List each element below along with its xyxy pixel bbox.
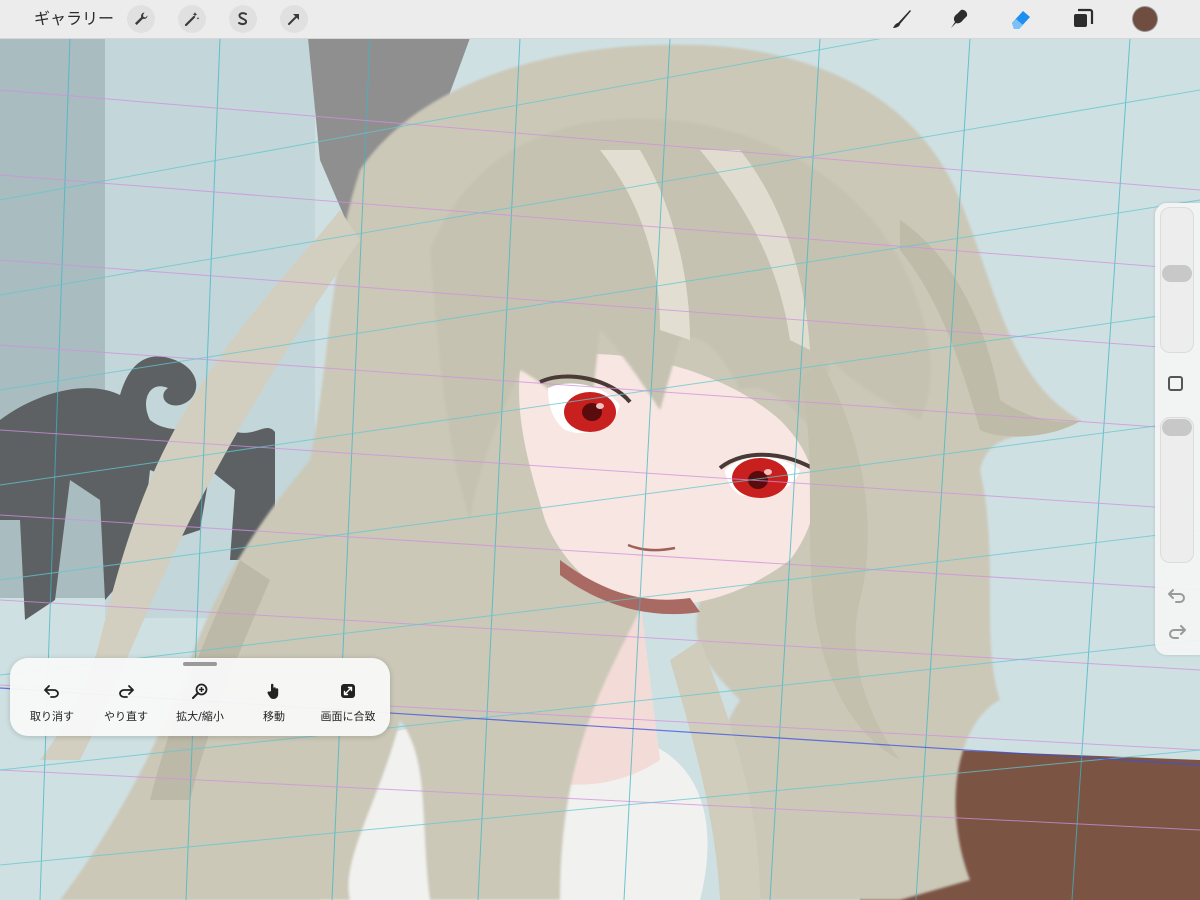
zoom-label: 拡大/縮小 xyxy=(176,710,224,723)
opacity-handle[interactable] xyxy=(1162,419,1192,436)
brush-size-handle[interactable] xyxy=(1162,265,1192,283)
gallery-button[interactable]: ギャラリー xyxy=(34,8,114,30)
adjustments-button[interactable] xyxy=(178,5,206,33)
top-toolbar: ギャラリー xyxy=(0,0,1200,39)
smudge-button[interactable] xyxy=(946,6,972,32)
brush-size-slider[interactable] xyxy=(1160,207,1194,353)
undo-label: 取り消す xyxy=(30,710,74,723)
opacity-slider[interactable] xyxy=(1160,417,1194,563)
layers-icon xyxy=(1074,8,1094,27)
fit-screen-icon xyxy=(341,684,355,698)
zoom-icon xyxy=(192,683,208,699)
redo-button[interactable]: やり直す xyxy=(89,682,163,724)
hand-icon xyxy=(267,683,279,699)
transform-button[interactable] xyxy=(280,5,308,33)
drawing-canvas[interactable] xyxy=(0,38,1200,900)
actions-button[interactable] xyxy=(127,5,155,33)
smudge-icon xyxy=(951,9,968,28)
eraser-button[interactable] xyxy=(1008,6,1034,32)
redo-label: やり直す xyxy=(104,710,148,723)
quick-menu-bar: 取り消す やり直す 拡大/縮小 移動 画面に合致 xyxy=(10,658,390,736)
adjustments-icon xyxy=(184,12,200,27)
selection-icon xyxy=(238,12,248,26)
sidebar-redo-button[interactable] xyxy=(1166,620,1188,642)
undo-icon xyxy=(44,685,59,698)
undo-arrow-icon xyxy=(1168,589,1185,603)
brush-icon xyxy=(893,10,911,28)
selection-button[interactable] xyxy=(229,5,257,33)
brush-button[interactable] xyxy=(889,6,915,32)
quick-menu-grab-handle[interactable] xyxy=(183,662,217,666)
artwork xyxy=(0,38,1200,900)
fit-screen-label: 画面に合致 xyxy=(320,710,376,723)
transform-icon xyxy=(288,14,299,25)
sidebar xyxy=(1155,203,1200,655)
layers-button[interactable] xyxy=(1070,6,1096,32)
move-label: 移動 xyxy=(263,710,285,723)
zoom-button[interactable]: 拡大/縮小 xyxy=(163,682,237,724)
undo-button[interactable]: 取り消す xyxy=(15,682,89,724)
redo-icon xyxy=(119,685,134,698)
modify-button[interactable] xyxy=(1168,376,1183,391)
actions-icon xyxy=(135,12,148,25)
color-picker-button[interactable] xyxy=(1133,7,1157,31)
fit-screen-button[interactable]: 画面に合致 xyxy=(311,682,385,724)
eraser-icon xyxy=(1012,11,1030,29)
redo-arrow-icon xyxy=(1169,625,1186,639)
move-button[interactable]: 移動 xyxy=(237,682,311,724)
sidebar-undo-button[interactable] xyxy=(1166,584,1188,606)
